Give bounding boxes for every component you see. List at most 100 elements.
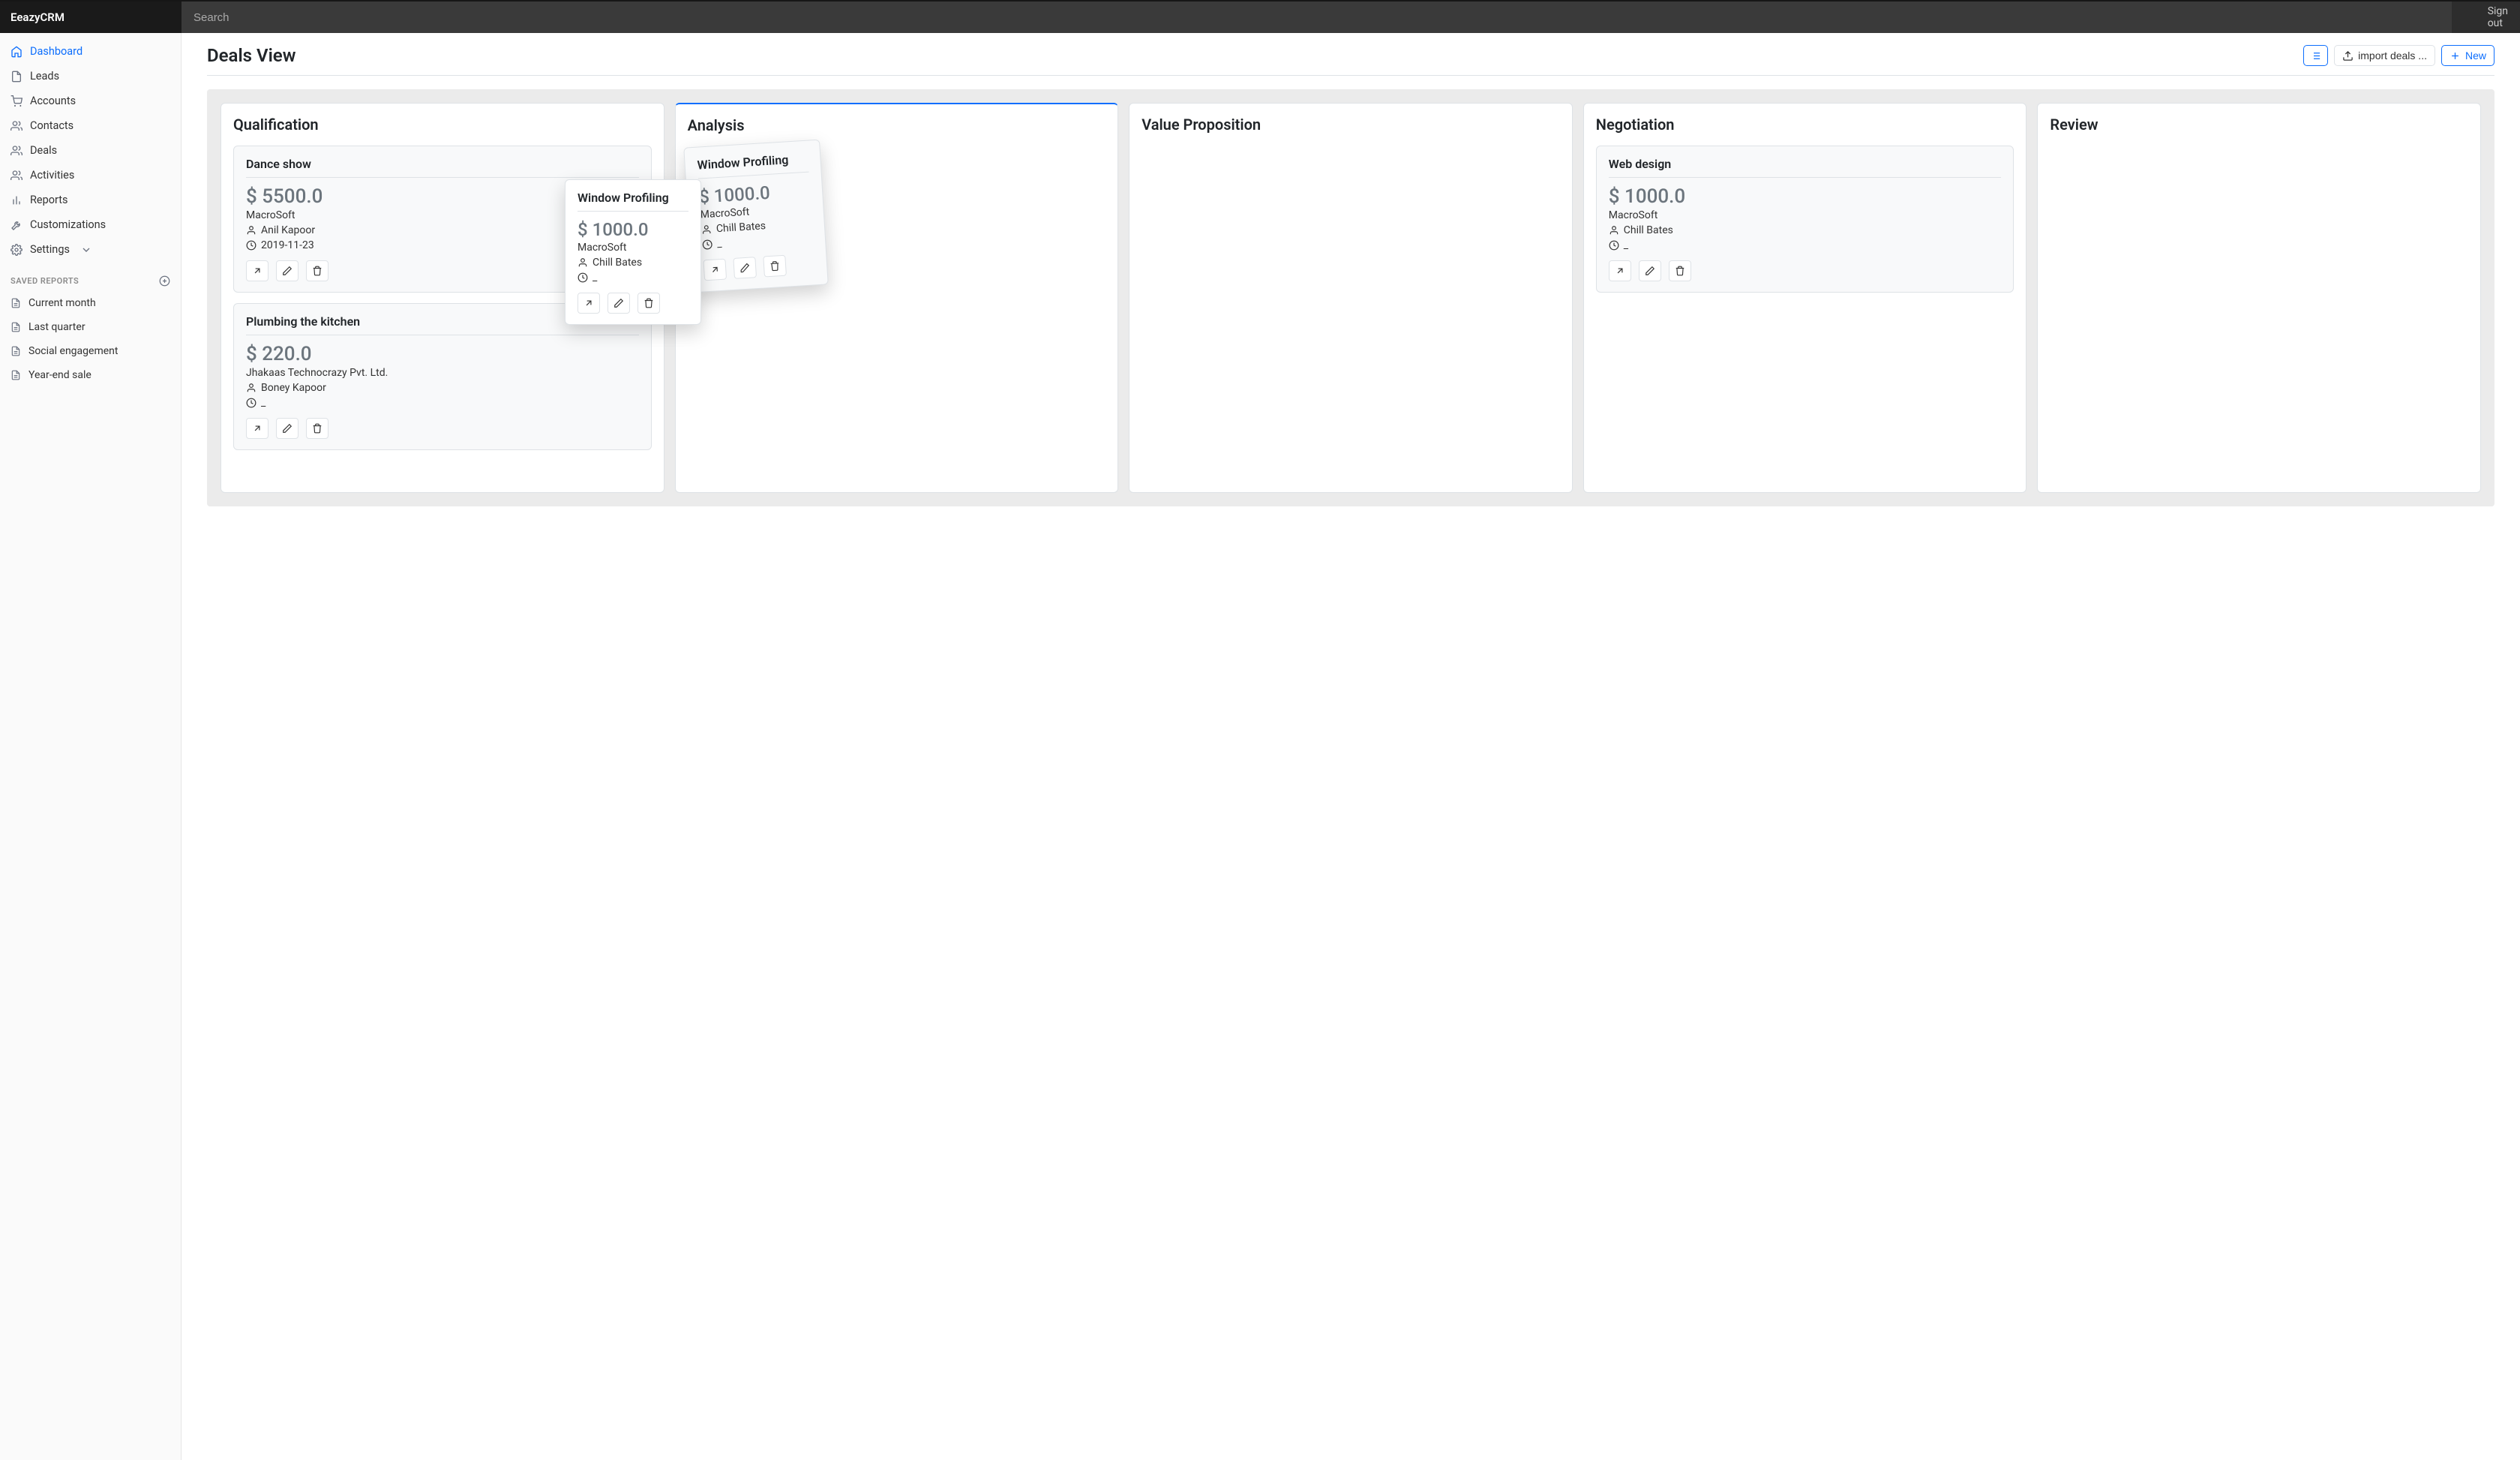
new-label: New xyxy=(2465,50,2486,62)
header-actions: import deals ... New xyxy=(2303,45,2494,66)
saved-report-item[interactable]: Current month xyxy=(0,291,181,315)
home-icon xyxy=(10,46,22,58)
doc-icon xyxy=(10,370,21,380)
edit-button[interactable] xyxy=(733,257,757,279)
column-title: Negotiation xyxy=(1596,116,2014,134)
cart-icon xyxy=(10,95,22,107)
card-price: $ 1000.0 xyxy=(578,219,688,240)
saved-report-label: Social engagement xyxy=(28,345,118,357)
open-button[interactable] xyxy=(246,260,268,281)
nav-customizations[interactable]: Customizations xyxy=(0,212,181,237)
saved-report-label: Year-end sale xyxy=(28,369,92,381)
dragging-card[interactable]: Window Profiling $ 1000.0 MacroSoft Chil… xyxy=(565,179,701,325)
search-input[interactable] xyxy=(192,11,2441,25)
users-icon xyxy=(10,170,22,182)
drag-ghost-card: Window Profiling $ 1000.0 MacroSoft Chil… xyxy=(683,140,829,293)
open-button[interactable] xyxy=(578,293,600,314)
file-icon xyxy=(10,71,22,83)
doc-icon xyxy=(10,298,21,308)
delete-button[interactable] xyxy=(306,418,328,439)
trash-icon xyxy=(312,423,322,434)
sidebar: Dashboard Leads Accounts Contacts Deals … xyxy=(0,33,182,1460)
open-icon xyxy=(252,423,262,434)
clock-icon xyxy=(701,239,712,251)
nav-dashboard[interactable]: Dashboard xyxy=(0,39,181,64)
bars-icon xyxy=(10,194,22,206)
chevron-down-icon xyxy=(80,244,92,256)
open-button[interactable] xyxy=(1609,260,1631,281)
edit-button[interactable] xyxy=(276,418,298,439)
add-report-icon[interactable] xyxy=(159,275,170,287)
plus-icon xyxy=(2450,50,2461,62)
brand[interactable]: EeazyCRM xyxy=(0,2,182,33)
open-icon xyxy=(709,264,720,275)
nav-leads[interactable]: Leads xyxy=(0,64,181,89)
nav-reports[interactable]: Reports xyxy=(0,188,181,212)
column-title: Review xyxy=(2050,116,2468,134)
import-label: import deals ... xyxy=(2358,50,2427,62)
clock-icon xyxy=(1609,240,1619,251)
open-button[interactable] xyxy=(703,259,727,281)
deal-card[interactable]: Web design $ 1000.0 MacroSoft Chill Bate… xyxy=(1596,146,2014,293)
user-icon xyxy=(1609,225,1619,236)
delete-button[interactable] xyxy=(763,255,787,278)
nav-label: Dashboard xyxy=(30,45,82,58)
nav-label: Reports xyxy=(30,194,68,206)
card-actions xyxy=(1609,260,2002,281)
signout-button[interactable]: Sign out xyxy=(2452,2,2520,33)
open-button[interactable] xyxy=(246,418,268,439)
card-owner: Chill Bates xyxy=(578,257,688,269)
trash-icon xyxy=(644,298,654,308)
signout-icon xyxy=(2464,8,2482,26)
column-negotiation[interactable]: Negotiation Web design $ 1000.0 MacroSof… xyxy=(1583,103,2027,493)
list-toggle-button[interactable] xyxy=(2303,45,2328,66)
clock-icon xyxy=(246,240,256,251)
column-title: Analysis xyxy=(688,116,1106,134)
edit-button[interactable] xyxy=(1639,260,1661,281)
card-actions xyxy=(578,293,688,314)
edit-button[interactable] xyxy=(276,260,298,281)
nav-label: Customizations xyxy=(30,218,106,231)
delete-button[interactable] xyxy=(306,260,328,281)
card-company: MacroSoft xyxy=(1609,209,2002,221)
nav-label: Settings xyxy=(30,243,70,256)
nav-activities[interactable]: Activities xyxy=(0,163,181,188)
delete-button[interactable] xyxy=(638,293,660,314)
clock-icon xyxy=(246,398,256,408)
deal-card[interactable]: Plumbing the kitchen $ 220.0 Jhakaas Tec… xyxy=(233,303,652,450)
column-review[interactable]: Review xyxy=(2037,103,2481,493)
nav-settings[interactable]: Settings xyxy=(0,237,181,262)
card-date: _ xyxy=(246,397,639,409)
saved-report-label: Current month xyxy=(28,297,96,309)
column-analysis[interactable]: Analysis Window Profiling $ 1000.0 Macro… xyxy=(675,103,1119,493)
card-title: Dance show xyxy=(246,157,639,178)
delete-button[interactable] xyxy=(1669,260,1691,281)
gear-icon xyxy=(10,244,22,256)
trash-icon xyxy=(769,260,780,272)
card-actions xyxy=(246,418,639,439)
nav-contacts[interactable]: Contacts xyxy=(0,113,181,138)
nav-label: Activities xyxy=(30,169,74,182)
signout-label: Sign out xyxy=(2488,5,2508,29)
column-value-proposition[interactable]: Value Proposition xyxy=(1129,103,1573,493)
saved-report-item[interactable]: Social engagement xyxy=(0,339,181,363)
search-container xyxy=(182,2,2452,33)
user-icon xyxy=(246,383,256,393)
card-date: _ xyxy=(578,272,688,284)
topbar: EeazyCRM Sign out xyxy=(0,0,2520,33)
nav-deals[interactable]: Deals xyxy=(0,138,181,163)
card-title: Web design xyxy=(1609,157,2002,178)
new-deal-button[interactable]: New xyxy=(2441,45,2494,66)
nav-label: Contacts xyxy=(30,119,74,132)
list-icon xyxy=(2310,50,2321,62)
import-deals-button[interactable]: import deals ... xyxy=(2334,45,2435,66)
nav-accounts[interactable]: Accounts xyxy=(0,89,181,113)
wrench-icon xyxy=(10,219,22,231)
edit-button[interactable] xyxy=(608,293,630,314)
saved-report-item[interactable]: Last quarter xyxy=(0,315,181,339)
saved-report-item[interactable]: Year-end sale xyxy=(0,363,181,387)
card-date: _ xyxy=(701,232,813,251)
card-price: $ 1000.0 xyxy=(1609,185,2002,208)
trash-icon xyxy=(1675,266,1685,276)
page-header: Deals View import deals ... New xyxy=(207,45,2494,76)
